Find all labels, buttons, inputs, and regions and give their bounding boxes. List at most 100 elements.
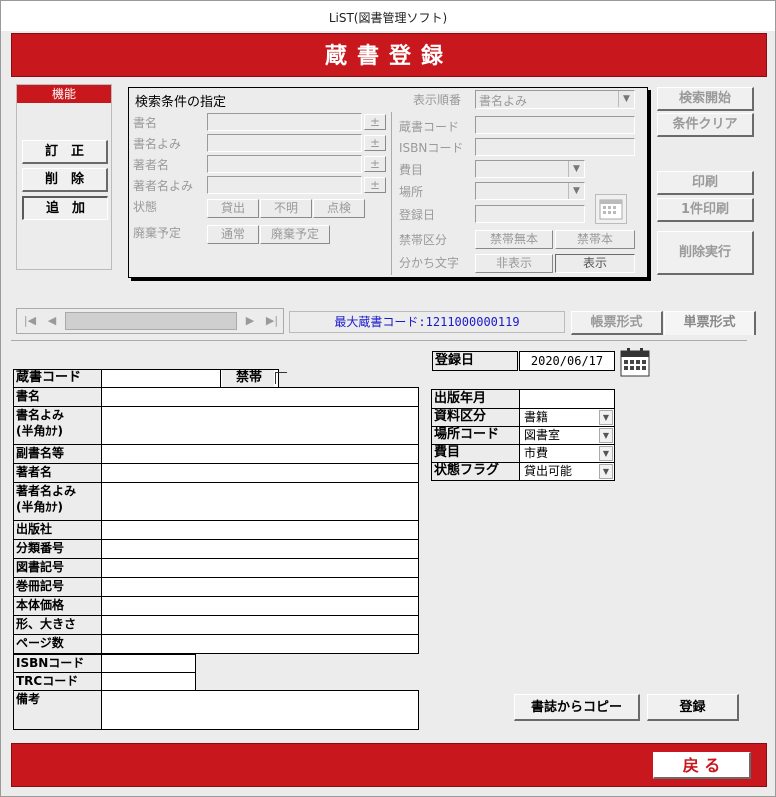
prev-record-button[interactable]: ◀: [41, 311, 63, 331]
search-title-plus-button[interactable]: ±: [364, 114, 386, 130]
book-symbol-input[interactable]: [103, 559, 416, 577]
search-author-reading-input[interactable]: [207, 176, 362, 194]
split-char-label: 分かち文字: [399, 256, 460, 270]
delete-execute-button[interactable]: 削除実行: [657, 231, 754, 275]
search-expense-select[interactable]: ▼: [475, 160, 585, 178]
publisher-label: 出版社: [14, 521, 102, 539]
app-window: LiST(図書管理ソフト) 蔵書登録 機能 訂 正 削 除 追 加 検索条件の指…: [0, 0, 776, 797]
clear-conditions-button[interactable]: 条件クリア: [657, 113, 754, 137]
last-record-button[interactable]: ▶|: [261, 311, 283, 331]
panel-divider: [391, 112, 392, 275]
chevron-down-icon[interactable]: ▼: [599, 446, 613, 461]
search-location-select[interactable]: ▼: [475, 182, 585, 200]
status-unknown-toggle[interactable]: 不明: [260, 199, 312, 218]
chevron-down-icon[interactable]: ▼: [599, 410, 613, 425]
search-title-input[interactable]: [207, 113, 362, 131]
trc-input[interactable]: [103, 673, 195, 690]
location-row[interactable]: 場所コード 図書室 ▼: [431, 426, 615, 445]
split-hide-toggle[interactable]: 非表示: [475, 254, 553, 273]
search-start-button[interactable]: 検索開始: [657, 87, 754, 111]
title-reading-input[interactable]: [103, 407, 416, 444]
pub-date-input[interactable]: [521, 390, 614, 408]
status-lent-toggle[interactable]: 貸出: [207, 199, 259, 218]
material-value: 書籍: [524, 410, 549, 424]
size-row: 形、大きさ: [13, 615, 419, 635]
restricted-label: 禁帯: [222, 370, 274, 387]
restricted-checkbox[interactable]: [275, 372, 287, 384]
print-one-button[interactable]: 1件印刷: [657, 198, 754, 222]
main-area: 機能 訂 正 削 除 追 加 検索条件の指定 表示順番 書名よみ ▼ 書名 ± …: [11, 78, 767, 743]
class-number-input[interactable]: [103, 540, 416, 558]
record-navigator: |◀ ◀ ▶ ▶|: [16, 308, 284, 334]
calendar-icon: [620, 348, 650, 377]
subtitle-input[interactable]: [103, 445, 416, 463]
material-label: 資料区分: [432, 409, 520, 426]
first-record-button[interactable]: |◀: [19, 311, 41, 331]
split-show-toggle[interactable]: 表示: [555, 254, 635, 273]
isbn-row: ISBNコード: [13, 654, 196, 673]
function-panel: 機能 訂 正 削 除 追 加: [16, 84, 112, 270]
class-number-row: 分類番号: [13, 539, 419, 559]
edit-button[interactable]: 訂 正: [22, 140, 108, 164]
book-symbol-row: 図書記号: [13, 558, 419, 578]
back-button[interactable]: 戻 る: [653, 752, 751, 779]
remarks-row: 備考: [13, 690, 419, 730]
reg-date-field[interactable]: 2020/06/17: [519, 351, 615, 371]
search-panel-title: 検索条件の指定: [135, 95, 227, 110]
volume-symbol-input[interactable]: [103, 578, 416, 596]
print-button[interactable]: 印刷: [657, 171, 754, 195]
tab-list-format[interactable]: 帳票形式: [571, 311, 663, 335]
material-row[interactable]: 資料区分 書籍 ▼: [431, 408, 615, 427]
title-reading-label: 書名よみ (半角ｶﾅ): [14, 407, 102, 444]
author-label: 著者名: [14, 464, 102, 482]
author-input[interactable]: [103, 464, 416, 482]
search-title-reading-plus-button[interactable]: ±: [364, 135, 386, 151]
chevron-down-icon[interactable]: ▼: [599, 464, 613, 479]
book-code-input[interactable]: [103, 370, 221, 387]
add-button[interactable]: 追 加: [22, 196, 108, 220]
restrict-only-toggle[interactable]: 禁帯本: [555, 230, 635, 249]
reg-date-value: 2020/06/17: [530, 354, 604, 368]
search-author-reading-plus-button[interactable]: ±: [364, 177, 386, 193]
search-reg-date-input[interactable]: [475, 205, 585, 223]
pages-input[interactable]: [103, 635, 416, 653]
status-flag-label: 状態フラグ: [432, 463, 520, 480]
search-label-reg-date: 登録日: [399, 208, 436, 222]
title-input[interactable]: [103, 388, 416, 406]
search-author-plus-button[interactable]: ±: [364, 156, 386, 172]
chevron-down-icon[interactable]: ▼: [599, 428, 613, 443]
title-label: 書名: [14, 388, 102, 406]
isbn-input[interactable]: [103, 655, 195, 672]
divider-line: [11, 340, 747, 341]
search-title-reading-input[interactable]: [207, 134, 362, 152]
tab-single-format[interactable]: 単票形式: [664, 311, 756, 335]
record-scrollbar[interactable]: [65, 312, 237, 330]
author-reading-input[interactable]: [103, 483, 416, 520]
sort-order-select[interactable]: 書名よみ ▼: [475, 90, 635, 109]
next-record-button[interactable]: ▶: [239, 311, 261, 331]
copy-from-catalog-button[interactable]: 書誌からコピー: [514, 694, 640, 721]
status-check-toggle[interactable]: 点検: [313, 199, 365, 218]
price-input[interactable]: [103, 597, 416, 615]
publisher-input[interactable]: [103, 521, 416, 539]
volume-symbol-row: 巻冊記号: [13, 577, 419, 597]
reg-date-calendar-button[interactable]: [619, 346, 651, 378]
search-calendar-button[interactable]: [595, 194, 627, 224]
search-isbn-input[interactable]: [475, 138, 635, 156]
isbn-label: ISBNコード: [14, 655, 102, 672]
search-book-code-input[interactable]: [475, 116, 635, 134]
register-button[interactable]: 登録: [647, 694, 739, 721]
search-author-input[interactable]: [207, 155, 362, 173]
size-input[interactable]: [103, 616, 416, 634]
disposal-normal-toggle[interactable]: 通常: [207, 225, 259, 244]
restrict-none-toggle[interactable]: 禁帯無本: [475, 230, 553, 249]
delete-mode-button[interactable]: 削 除: [22, 168, 108, 192]
search-label-isbn: ISBNコード: [399, 141, 464, 155]
disposal-planned-toggle[interactable]: 廃棄予定: [260, 225, 330, 244]
remarks-input[interactable]: [103, 691, 418, 729]
page-title: 蔵書登録: [324, 43, 453, 69]
search-label-book-code: 蔵書コード: [399, 120, 460, 134]
restrict-label: 禁帯区分: [399, 233, 448, 247]
expense-row[interactable]: 費目 市費 ▼: [431, 444, 615, 463]
status-flag-row[interactable]: 状態フラグ 貸出可能 ▼: [431, 462, 615, 481]
